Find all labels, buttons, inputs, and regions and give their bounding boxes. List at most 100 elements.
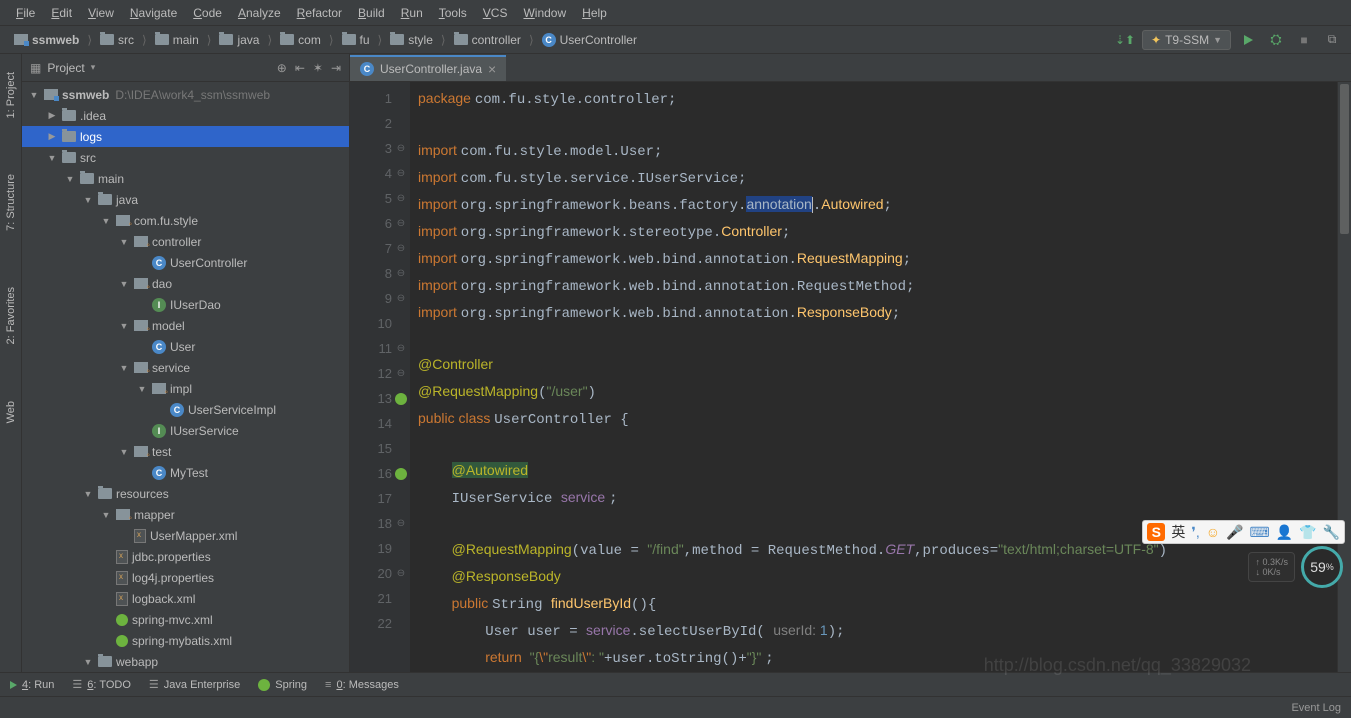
tree-item[interactable]: impl bbox=[22, 378, 349, 399]
run-configuration-selector[interactable]: ✦ T9-SSM ▼ bbox=[1142, 30, 1231, 50]
tree-item[interactable]: spring-mybatis.xml bbox=[22, 630, 349, 651]
tree-item[interactable]: logback.xml bbox=[22, 588, 349, 609]
tree-item[interactable]: mapper bbox=[22, 504, 349, 525]
tree-item[interactable]: CUserServiceImpl bbox=[22, 399, 349, 420]
menu-vcs[interactable]: VCS bbox=[475, 2, 516, 24]
menu-window[interactable]: Window bbox=[515, 2, 574, 24]
collapse-icon[interactable]: ⇤ bbox=[295, 61, 305, 75]
left-tool-gutter: 1: Project 7: Structure 2: Favorites Web bbox=[0, 54, 22, 672]
breadcrumb-item[interactable]: java bbox=[213, 31, 265, 49]
bottom-tool-button[interactable]: ☰Java Enterprise bbox=[149, 678, 240, 691]
close-icon[interactable]: × bbox=[488, 61, 496, 77]
breadcrumb-item[interactable]: style bbox=[384, 31, 439, 49]
panel-header: ▦ Project ▾ ⊕ ⇤ ✶ ⇥ bbox=[22, 54, 349, 82]
project-tool-window: ▦ Project ▾ ⊕ ⇤ ✶ ⇥ ssmwebD:\IDEA\work4_… bbox=[22, 54, 350, 672]
settings-icon[interactable]: ✶ bbox=[313, 61, 323, 75]
menu-view[interactable]: View bbox=[80, 2, 122, 24]
tree-item[interactable]: CUserController bbox=[22, 252, 349, 273]
ime-lang: 英 bbox=[1171, 522, 1185, 542]
tree-item[interactable]: log4j.properties bbox=[22, 567, 349, 588]
menu-run[interactable]: Run bbox=[393, 2, 431, 24]
bottom-tool-button[interactable]: 4: Run bbox=[10, 679, 54, 691]
tree-item[interactable]: resources bbox=[22, 483, 349, 504]
editor-tab[interactable]: C UserController.java × bbox=[350, 55, 506, 81]
menu-bar: FileEditViewNavigateCodeAnalyzeRefactorB… bbox=[0, 0, 1351, 26]
toolbar-right: ⇣⬆ ✦ T9-SSM ▼ ⛭ ■ ⧉ bbox=[1114, 29, 1343, 51]
run-button[interactable] bbox=[1237, 29, 1259, 51]
scroll-to-icon[interactable]: ⊕ bbox=[277, 61, 287, 75]
menu-file[interactable]: File bbox=[8, 2, 43, 24]
debug-button[interactable]: ⛭ bbox=[1265, 29, 1287, 51]
breadcrumb-item[interactable]: CUserController bbox=[536, 31, 643, 49]
code-editor[interactable]: package com.fu.style.controller; import … bbox=[410, 82, 1337, 672]
tree-item[interactable]: controller bbox=[22, 231, 349, 252]
tree-item[interactable]: IIUserService bbox=[22, 420, 349, 441]
search-button[interactable]: ⧉ bbox=[1321, 29, 1343, 51]
tree-item[interactable]: UserMapper.xml bbox=[22, 525, 349, 546]
menu-help[interactable]: Help bbox=[574, 2, 615, 24]
menu-build[interactable]: Build bbox=[350, 2, 393, 24]
project-tree[interactable]: ssmwebD:\IDEA\work4_ssm\ssmweb.idealogss… bbox=[22, 82, 349, 672]
breadcrumb-item[interactable]: fu bbox=[336, 31, 376, 49]
stop-button[interactable]: ■ bbox=[1293, 29, 1315, 51]
tab-title: UserController.java bbox=[380, 62, 482, 76]
editor-tab-bar: C UserController.java × bbox=[350, 54, 1351, 82]
tool-window-button[interactable]: 1: Project bbox=[3, 64, 19, 126]
speed-circle[interactable]: 59% bbox=[1301, 546, 1343, 588]
tree-item[interactable]: logs bbox=[22, 126, 349, 147]
ime-icon[interactable]: ❜, bbox=[1191, 524, 1199, 541]
tool-window-button[interactable]: 2: Favorites bbox=[3, 279, 19, 352]
tree-item[interactable]: ssmwebD:\IDEA\work4_ssm\ssmweb bbox=[22, 84, 349, 105]
panel-title: Project bbox=[47, 61, 84, 75]
tree-item[interactable]: src bbox=[22, 147, 349, 168]
tree-item[interactable]: com.fu.style bbox=[22, 210, 349, 231]
mic-icon[interactable]: 🎤 bbox=[1226, 524, 1243, 541]
bottom-tool-button[interactable]: ≡0: Messages bbox=[325, 679, 399, 691]
build-icon[interactable]: ⇣⬆ bbox=[1114, 29, 1136, 51]
keyboard-icon[interactable]: ⌨ bbox=[1249, 524, 1269, 541]
status-bar: Event Log bbox=[0, 696, 1351, 718]
tree-item[interactable]: test bbox=[22, 441, 349, 462]
tools-icon[interactable]: 🔧 bbox=[1323, 524, 1340, 541]
menu-navigate[interactable]: Navigate bbox=[122, 2, 185, 24]
tree-item[interactable]: CMyTest bbox=[22, 462, 349, 483]
dropdown-icon[interactable]: ▾ bbox=[91, 62, 96, 73]
tree-item[interactable]: CUser bbox=[22, 336, 349, 357]
tool-window-button[interactable]: 7: Structure bbox=[3, 166, 19, 239]
tree-item[interactable]: main bbox=[22, 168, 349, 189]
event-log-button[interactable]: Event Log bbox=[1291, 702, 1341, 714]
breadcrumb-item[interactable]: src bbox=[94, 31, 140, 49]
menu-code[interactable]: Code bbox=[185, 2, 230, 24]
ime-toolbar[interactable]: S 英 ❜, ☺ 🎤 ⌨ 👤 👕 🔧 bbox=[1142, 520, 1345, 544]
breadcrumb-item[interactable]: ssmweb bbox=[8, 31, 85, 49]
breadcrumb-item[interactable]: main bbox=[149, 31, 205, 49]
bottom-tool-button[interactable]: Spring bbox=[258, 679, 307, 691]
tree-item[interactable]: service bbox=[22, 357, 349, 378]
run-config-label: T9-SSM bbox=[1165, 33, 1209, 47]
network-speed-widget: ↑ 0.3K/s ↓ 0K/s 59% bbox=[1248, 546, 1343, 588]
breadcrumb-item[interactable]: com bbox=[274, 31, 327, 49]
menu-tools[interactable]: Tools bbox=[431, 2, 475, 24]
bottom-tool-button[interactable]: ☰6: TODO bbox=[72, 678, 131, 691]
user-icon[interactable]: 👤 bbox=[1276, 524, 1293, 541]
menu-edit[interactable]: Edit bbox=[43, 2, 80, 24]
menu-refactor[interactable]: Refactor bbox=[289, 2, 350, 24]
tree-item[interactable]: .idea bbox=[22, 105, 349, 126]
emoji-icon[interactable]: ☺ bbox=[1206, 524, 1220, 540]
editor-gutter[interactable]: 12345678910111213141516171819202122 ⊖⊖⊖⊖… bbox=[350, 82, 410, 672]
tree-item[interactable]: java bbox=[22, 189, 349, 210]
tree-item[interactable]: IIUserDao bbox=[22, 294, 349, 315]
speed-badge: ↑ 0.3K/s ↓ 0K/s bbox=[1248, 552, 1295, 582]
breadcrumb: ssmweb⟩src⟩main⟩java⟩com⟩fu⟩style⟩contro… bbox=[8, 31, 1114, 49]
menu-analyze[interactable]: Analyze bbox=[230, 2, 289, 24]
tree-item[interactable]: model bbox=[22, 315, 349, 336]
breadcrumb-item[interactable]: controller bbox=[448, 31, 527, 49]
project-view-icon: ▦ bbox=[30, 61, 41, 75]
tree-item[interactable]: dao bbox=[22, 273, 349, 294]
tree-item[interactable]: jdbc.properties bbox=[22, 546, 349, 567]
tree-item[interactable]: webapp bbox=[22, 651, 349, 672]
tree-item[interactable]: spring-mvc.xml bbox=[22, 609, 349, 630]
skin-icon[interactable]: 👕 bbox=[1299, 524, 1316, 541]
tool-window-button[interactable]: Web bbox=[3, 393, 19, 431]
hide-icon[interactable]: ⇥ bbox=[331, 61, 341, 75]
